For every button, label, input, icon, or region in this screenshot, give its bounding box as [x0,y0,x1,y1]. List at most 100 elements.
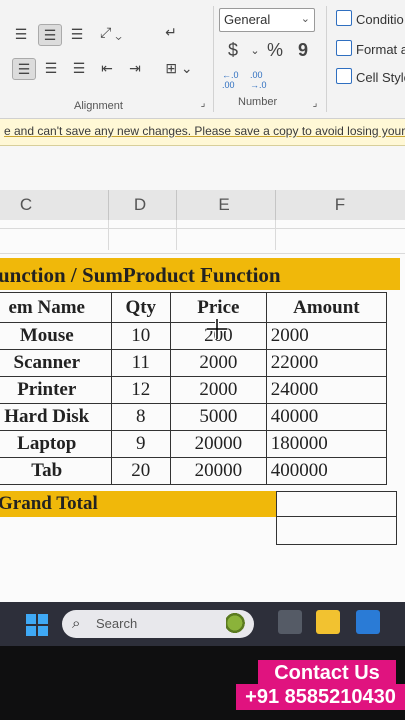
column-header-d[interactable]: D [128,195,152,215]
grid-line [0,228,405,229]
task-view-icon[interactable] [278,610,302,634]
header-amount[interactable]: Amount [265,292,388,323]
comma-style-button[interactable]: 9 [292,40,314,60]
table-header-row: em Name Qty Price Amount [0,292,388,323]
cell-qty[interactable]: 10 [110,322,171,350]
cell-qty[interactable]: 9 [110,430,171,458]
number-launcher-icon[interactable]: ⌟ [308,96,322,110]
cell-price[interactable]: 2000 [169,349,267,377]
cell-qty[interactable]: 12 [110,376,171,404]
cell-name[interactable]: Tab [0,457,112,485]
taskbar-search[interactable]: ⌕ Search [62,610,254,638]
message-bar: e and can't save any new changes. Please… [0,119,405,146]
grand-total-amount-cells[interactable] [276,491,397,545]
cell-price[interactable]: 20000 [169,430,267,458]
chevron-down-icon: ⌄ [300,13,310,25]
cell-price[interactable]: 5000 [169,403,267,431]
header-item-name[interactable]: em Name [0,292,112,323]
dev-app-icon[interactable] [356,610,380,634]
title-banner: unction / SumProduct Function [0,258,400,290]
align-center-icon[interactable]: ☰ [40,58,62,78]
format-as-table-button[interactable]: Format a [336,40,405,57]
column-divider [108,190,109,220]
cell-price[interactable]: 2000 [169,376,267,404]
windows-logo-part [26,626,36,636]
format-as-table-label: Format a [356,42,405,57]
cell-qty[interactable]: 11 [110,349,171,377]
windows-start-icon[interactable] [26,614,48,636]
message-bar-text[interactable]: e and can't save any new changes. Please… [4,124,405,138]
cell-amount[interactable]: 24000 [265,376,388,404]
grid-line [176,220,177,250]
contact-us-banner: Contact Us [258,660,396,686]
alignment-group-label: Alignment [74,100,123,112]
conditional-formatting-button[interactable]: Conditio [336,10,404,27]
move-cursor-icon [207,319,227,339]
currency-button[interactable]: $ [222,40,244,60]
cell-qty[interactable]: 20 [110,457,171,485]
align-left-icon[interactable]: ☰ [12,58,36,80]
grand-total-row[interactable]: Grand Total [0,491,276,517]
grand-total-label: Grand Total [0,493,98,514]
windows-logo-part [26,614,36,624]
cell-styles-button[interactable]: Cell Style [336,68,405,85]
column-header-c[interactable]: C [14,195,38,215]
cell-amount[interactable]: 400000 [265,457,388,485]
orientation-icon[interactable]: ⤢ ⌄ [94,22,128,42]
cell-styles-icon [336,68,352,84]
conditional-formatting-label: Conditio [356,12,404,27]
column-headers: C D E F [0,190,405,221]
grid-line [277,516,396,517]
cell-amount[interactable]: 22000 [265,349,388,377]
taskbar: ⌕ Search [0,602,405,646]
file-explorer-icon[interactable] [316,610,340,634]
number-format-dropdown[interactable]: General ⌄ [219,8,315,32]
column-header-f[interactable]: F [328,195,352,215]
merge-center-icon[interactable]: ⊞ ⌄ [162,58,196,78]
decrease-decimal-button[interactable]: .00 →.0 [250,70,276,90]
table-row: Mouse 10 200 2000 [0,322,388,350]
alignment-launcher-icon[interactable]: ⌟ [196,96,210,110]
ribbon: ☰ ☰ ☰ ⤢ ⌄ ↵ ☰ ☰ ☰ ⇤ ⇥ ⊞ ⌄ Alignment ⌟ Ge… [0,0,405,119]
cell-amount[interactable]: 40000 [265,403,388,431]
increase-decimal-button[interactable]: ←.0 .00 [222,70,248,90]
table-row: Laptop 9 20000 180000 [0,430,388,458]
cell-amount[interactable]: 180000 [265,430,388,458]
sheet-title: unction / SumProduct Function [0,263,281,287]
chevron-down-icon[interactable]: ⌄ [244,40,266,60]
number-format-value: General [224,12,271,27]
avocado-icon [226,613,248,633]
search-icon: ⌕ [72,615,81,632]
align-right-icon[interactable]: ☰ [68,58,90,78]
header-qty[interactable]: Qty [110,292,171,323]
cell-name[interactable]: Hard Disk [0,403,112,431]
cell-amount[interactable]: 2000 [265,322,388,350]
worksheet-grid[interactable]: unction / SumProduct Function em Name Qt… [0,220,405,602]
cell-name[interactable]: Mouse [0,322,112,350]
search-placeholder: Search [96,616,138,631]
align-bottom-icon[interactable]: ☰ [66,24,88,44]
align-top-icon[interactable]: ☰ [10,24,32,44]
table-row: Scanner 11 2000 22000 [0,349,388,377]
decrease-indent-icon[interactable]: ⇤ [96,58,118,78]
cell-name[interactable]: Printer [0,376,112,404]
conditional-formatting-icon [336,10,352,26]
cell-name[interactable]: Scanner [0,349,112,377]
data-table: em Name Qty Price Amount Mouse 10 200 20… [0,292,388,485]
phone-number-banner: +91 8585210430 [236,684,405,710]
windows-logo-part [38,614,48,624]
windows-logo-part [38,626,48,636]
cell-price[interactable]: 20000 [169,457,267,485]
cell-styles-label: Cell Style [356,70,405,85]
wrap-text-icon[interactable]: ↵ [160,22,182,42]
column-header-e[interactable]: E [212,195,236,215]
table-row: Printer 12 2000 24000 [0,376,388,404]
cell-name[interactable]: Laptop [0,430,112,458]
cell-qty[interactable]: 8 [110,403,171,431]
increase-indent-icon[interactable]: ⇥ [124,58,146,78]
grid-line [0,253,405,254]
align-middle-icon[interactable]: ☰ [38,24,62,46]
ribbon-separator [326,6,327,112]
percent-button[interactable]: % [264,40,286,60]
table-row: Hard Disk 8 5000 40000 [0,403,388,431]
